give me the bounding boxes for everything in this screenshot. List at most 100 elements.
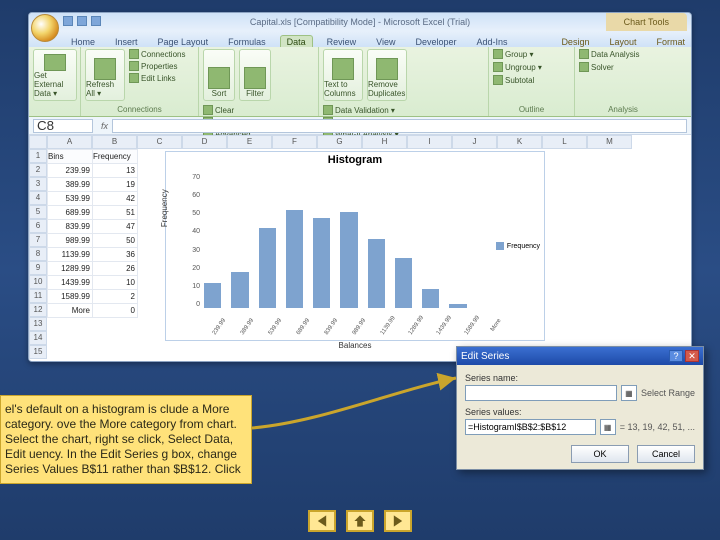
- column-header[interactable]: M: [587, 135, 632, 149]
- clear-filter-button[interactable]: Clear: [203, 105, 251, 115]
- tab-page-layout[interactable]: Page Layout: [152, 36, 215, 47]
- subtotal-icon: [493, 75, 503, 85]
- series-values-input[interactable]: [465, 419, 596, 435]
- tab-insert[interactable]: Insert: [109, 36, 144, 47]
- tab-home[interactable]: Home: [65, 36, 101, 47]
- row-header[interactable]: 11: [29, 289, 47, 303]
- fx-icon[interactable]: fx: [97, 121, 112, 131]
- tab-addins[interactable]: Add-Ins: [471, 36, 514, 47]
- chart-bar: [368, 239, 385, 308]
- chart-plot-area: [204, 174, 494, 308]
- subtotal-button[interactable]: Subtotal: [493, 75, 570, 85]
- row-header[interactable]: 5: [29, 205, 47, 219]
- group-button[interactable]: Group ▾: [493, 49, 570, 59]
- remove-duplicates-button[interactable]: Remove Duplicates: [367, 49, 407, 101]
- ok-button[interactable]: OK: [571, 445, 629, 463]
- series-name-range-picker[interactable]: ▦: [621, 385, 637, 401]
- row-header[interactable]: 2: [29, 163, 47, 177]
- data-table[interactable]: BinsFrequency239.9913389.9919539.9942689…: [47, 149, 138, 318]
- column-header[interactable]: G: [317, 135, 362, 149]
- select-all-corner[interactable]: [29, 135, 47, 149]
- instruction-callout: el's default on a histogram is clude a M…: [0, 395, 252, 484]
- column-header[interactable]: K: [497, 135, 542, 149]
- row-header[interactable]: 14: [29, 331, 47, 345]
- connections-button[interactable]: Connections: [129, 49, 185, 59]
- column-header[interactable]: B: [92, 135, 137, 149]
- row-header[interactable]: 13: [29, 317, 47, 331]
- column-header[interactable]: H: [362, 135, 407, 149]
- prev-slide-button[interactable]: [308, 510, 336, 532]
- row-header[interactable]: 6: [29, 219, 47, 233]
- series-name-label: Series name:: [465, 373, 695, 383]
- dialog-close-button[interactable]: ✕: [685, 350, 699, 362]
- filter-button[interactable]: Filter: [239, 49, 271, 101]
- text-to-columns-button[interactable]: Text to Columns: [323, 49, 363, 101]
- tab-data[interactable]: Data: [280, 35, 313, 47]
- row-header[interactable]: 9: [29, 261, 47, 275]
- row-header[interactable]: 10: [29, 275, 47, 289]
- series-name-input[interactable]: [465, 385, 617, 401]
- data-validation-button[interactable]: Data Validation ▾: [323, 105, 399, 115]
- chart-bar: [422, 289, 439, 308]
- chart-title: Histogram: [166, 152, 544, 168]
- quick-access-toolbar[interactable]: [63, 16, 101, 26]
- next-slide-button[interactable]: [384, 510, 412, 532]
- edit-links-button[interactable]: Edit Links: [129, 73, 185, 83]
- data-analysis-button[interactable]: Data Analysis: [579, 49, 667, 59]
- get-external-data-button[interactable]: Get External Data ▾: [33, 49, 77, 101]
- tab-chart-design[interactable]: Design: [555, 36, 595, 47]
- worksheet-grid[interactable]: ABCDEFGHIJKLM 123456789101112131415 Bins…: [29, 135, 691, 361]
- sort-button[interactable]: Sort: [203, 49, 235, 101]
- column-header[interactable]: C: [137, 135, 182, 149]
- formula-input[interactable]: [112, 119, 687, 133]
- edit-series-dialog: Edit Series ? ✕ Series name: ▦ Select Ra…: [456, 346, 704, 470]
- home-slide-button[interactable]: [346, 510, 374, 532]
- office-button[interactable]: [31, 14, 59, 42]
- series-values-range-picker[interactable]: ▦: [600, 419, 616, 435]
- row-header[interactable]: 1: [29, 149, 47, 163]
- dialog-titlebar[interactable]: Edit Series ? ✕: [457, 347, 703, 365]
- dialog-title: Edit Series: [461, 351, 509, 362]
- tab-formulas[interactable]: Formulas: [222, 36, 272, 47]
- row-header[interactable]: 8: [29, 247, 47, 261]
- chart-bar: [259, 228, 276, 308]
- solver-button[interactable]: Solver: [579, 62, 667, 72]
- properties-button[interactable]: Properties: [129, 61, 185, 71]
- duplicates-icon: [376, 58, 398, 80]
- refresh-all-button[interactable]: Refresh All ▾: [85, 49, 125, 101]
- column-header[interactable]: I: [407, 135, 452, 149]
- column-header[interactable]: E: [227, 135, 272, 149]
- qat-undo-icon[interactable]: [77, 16, 87, 26]
- row-header[interactable]: 12: [29, 303, 47, 317]
- row-header[interactable]: 4: [29, 191, 47, 205]
- tab-chart-format[interactable]: Format: [650, 36, 691, 47]
- column-header[interactable]: A: [47, 135, 92, 149]
- name-box[interactable]: [33, 119, 93, 133]
- tab-chart-layout[interactable]: Layout: [603, 36, 642, 47]
- tab-developer[interactable]: Developer: [409, 36, 462, 47]
- qat-redo-icon[interactable]: [91, 16, 101, 26]
- group-label-connections: Connections: [85, 105, 194, 114]
- column-header[interactable]: D: [182, 135, 227, 149]
- row-header[interactable]: 15: [29, 345, 47, 359]
- chart-x-axis: 239.99389.99539.99689.99839.99989.991139…: [204, 312, 494, 340]
- dialog-help-button[interactable]: ?: [669, 350, 683, 362]
- tab-review[interactable]: Review: [321, 36, 363, 47]
- group-label-analysis: Analysis: [579, 105, 667, 114]
- solver-icon: [579, 62, 589, 72]
- legend-swatch-icon: [496, 242, 504, 250]
- column-header[interactable]: F: [272, 135, 317, 149]
- column-header[interactable]: J: [452, 135, 497, 149]
- row-header[interactable]: 3: [29, 177, 47, 191]
- embedded-histogram-chart[interactable]: Histogram Frequency 706050403020100 239.…: [165, 151, 545, 341]
- slide-nav: [308, 510, 412, 532]
- column-header[interactable]: L: [542, 135, 587, 149]
- row-header[interactable]: 7: [29, 233, 47, 247]
- qat-save-icon[interactable]: [63, 16, 73, 26]
- database-icon: [44, 54, 66, 71]
- ungroup-button[interactable]: Ungroup ▾: [493, 62, 570, 72]
- cancel-button[interactable]: Cancel: [637, 445, 695, 463]
- title-bar: Capital.xls [Compatibility Mode] - Micro…: [29, 13, 691, 31]
- chart-tools-contextual-tab: Chart Tools: [606, 13, 687, 31]
- tab-view[interactable]: View: [370, 36, 401, 47]
